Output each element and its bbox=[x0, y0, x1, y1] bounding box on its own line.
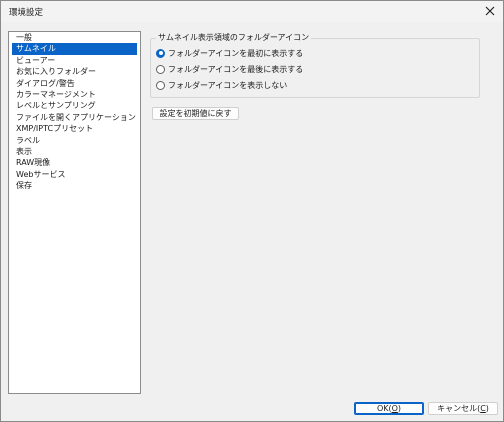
sidebar-item-color-management[interactable]: カラーマネージメント bbox=[12, 89, 137, 100]
ok-suffix: ) bbox=[397, 404, 402, 413]
sidebar-item-display[interactable]: 表示 bbox=[12, 146, 137, 157]
window-title: 環境設定 bbox=[9, 8, 44, 18]
sidebar-item-levels-sampling[interactable]: レベルとサンプリング bbox=[12, 100, 137, 111]
sidebar-item-raw-development[interactable]: RAW現像 bbox=[12, 157, 137, 168]
preferences-dialog: 環境設定 一般 サムネイル ビューアー お気に入りフォルダー ダイアログ/警告 … bbox=[0, 0, 504, 422]
sidebar-item-general[interactable]: 一般 bbox=[12, 32, 137, 43]
groupbox-title: サムネイル表示領域のフォルダーアイコン bbox=[156, 33, 312, 43]
close-icon bbox=[485, 6, 495, 16]
sidebar-item-web-services[interactable]: Webサービス bbox=[12, 169, 137, 180]
radio-button[interactable] bbox=[156, 64, 165, 74]
ok-label: OK( bbox=[376, 404, 392, 413]
sidebar-item-open-with-apps[interactable]: ファイルを開くアプリケーション bbox=[12, 112, 137, 123]
sidebar-item-xmp-iptc-presets[interactable]: XMP/IPTCプリセット bbox=[12, 123, 137, 134]
radio-button[interactable] bbox=[156, 80, 165, 90]
radio-label: フォルダーアイコンを表示しない bbox=[168, 80, 288, 90]
cancel-button[interactable]: キャンセル(C) bbox=[428, 402, 498, 415]
radio-show-first[interactable]: フォルダーアイコンを最初に表示する bbox=[156, 47, 303, 59]
sidebar-item-viewer[interactable]: ビューアー bbox=[12, 55, 137, 66]
radio-button-checked[interactable] bbox=[156, 48, 165, 58]
reset-defaults-button[interactable]: 設定を初期値に戻す bbox=[152, 107, 239, 120]
cancel-suffix: ) bbox=[485, 404, 489, 413]
title-bar: 環境設定 bbox=[1, 1, 503, 22]
sidebar-item-labels[interactable]: ラベル bbox=[12, 135, 137, 146]
close-button[interactable] bbox=[479, 2, 501, 20]
radio-label: フォルダーアイコンを最後に表示する bbox=[168, 64, 304, 74]
sidebar-item-save[interactable]: 保存 bbox=[12, 180, 137, 191]
category-list[interactable]: 一般 サムネイル ビューアー お気に入りフォルダー ダイアログ/警告 カラーマネ… bbox=[8, 31, 141, 394]
sidebar-item-thumbnail[interactable]: サムネイル bbox=[12, 43, 137, 55]
sidebar-item-dialog-warnings[interactable]: ダイアログ/警告 bbox=[12, 78, 137, 89]
radio-show-last[interactable]: フォルダーアイコンを最後に表示する bbox=[156, 63, 303, 75]
sidebar-item-favorite-folders[interactable]: お気に入りフォルダー bbox=[12, 66, 137, 77]
radio-hide[interactable]: フォルダーアイコンを表示しない bbox=[156, 79, 287, 91]
cancel-label: キャンセル( bbox=[437, 404, 481, 413]
ok-button[interactable]: OK(O) bbox=[354, 402, 424, 415]
radio-label: フォルダーアイコンを最初に表示する bbox=[168, 48, 304, 58]
